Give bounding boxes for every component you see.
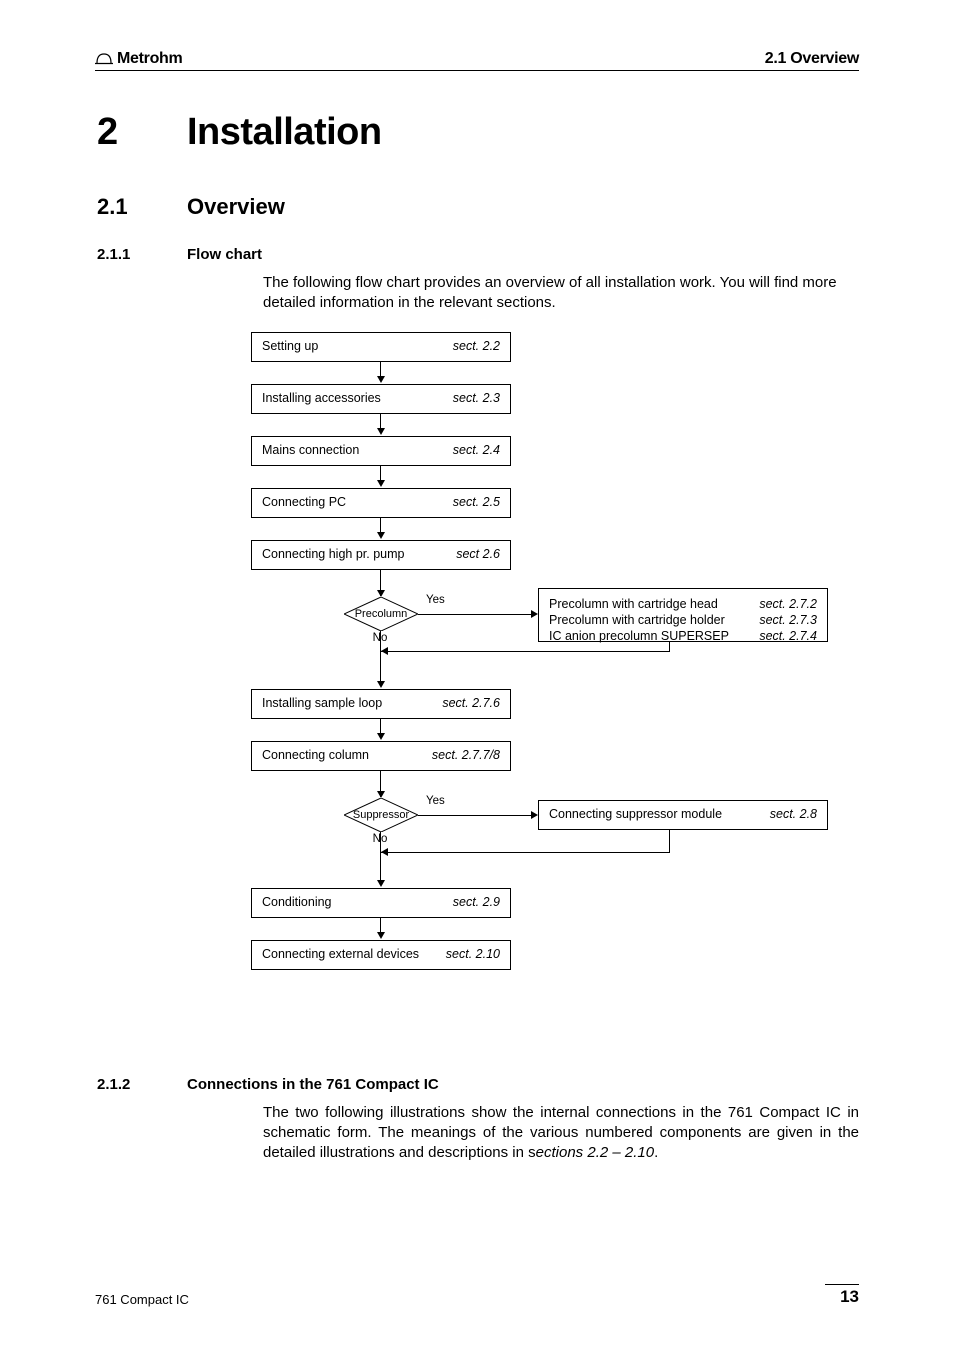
header-section-ref: 2.1 Overview xyxy=(765,50,859,68)
flow-decision-precolumn: Precolumn xyxy=(344,597,418,631)
arrow-down-icon xyxy=(377,932,385,939)
section-name: Overview xyxy=(187,194,285,219)
footer-doc-title: 761 Compact IC xyxy=(95,1292,189,1307)
flowchart: Setting up sect. 2.2 Installing accessor… xyxy=(251,332,831,1008)
metrohm-logo-icon xyxy=(95,51,113,68)
decision-yes-label: Yes xyxy=(426,594,456,606)
page-number: 13 xyxy=(825,1284,859,1307)
subsection-1-name: Flow chart xyxy=(187,246,262,263)
subsection-1-title: 2.1.1Flow chart xyxy=(97,246,859,263)
flow-box-conditioning: Conditioning sect. 2.9 xyxy=(251,888,511,918)
flow-box-connecting-pc: Connecting PC sect. 2.5 xyxy=(251,488,511,518)
arrow-down-icon xyxy=(377,681,385,688)
arrow-down-icon xyxy=(377,532,385,539)
arrow-left-icon xyxy=(381,647,388,655)
flow-box-setting-up: Setting up sect. 2.2 xyxy=(251,332,511,362)
flow-box-installing-accessories: Installing accessories sect. 2.3 xyxy=(251,384,511,414)
section-number: 2.1 xyxy=(97,194,187,220)
flow-box-precolumn-options: Precolumn with cartridge head Precolumn … xyxy=(538,588,828,642)
arrow-down-icon xyxy=(377,791,385,798)
chapter-number: 2 xyxy=(97,111,187,154)
arrow-down-icon xyxy=(377,590,385,597)
page-header: Metrohm 2.1 Overview xyxy=(95,50,859,71)
subsection-1-number: 2.1.1 xyxy=(97,246,187,263)
chapter-name: Installation xyxy=(187,111,382,153)
flowchart-intro: The following flow chart provides an ove… xyxy=(263,273,859,314)
chapter-title: 2Installation xyxy=(97,111,859,154)
arrow-right-icon xyxy=(531,610,538,618)
subsection-2-name: Connections in the 761 Compact IC xyxy=(187,1076,439,1093)
connector xyxy=(380,651,670,652)
arrow-down-icon xyxy=(377,376,385,383)
connector xyxy=(380,651,381,683)
brand-name: Metrohm xyxy=(117,50,182,68)
connector xyxy=(418,815,533,816)
decision-yes-label: Yes xyxy=(426,795,456,807)
flow-decision-suppressor: Suppressor xyxy=(344,798,418,832)
flow-box-connecting-pump: Connecting high pr. pump sect 2.6 xyxy=(251,540,511,570)
flow-box-suppressor-module: Connecting suppressor module sect. 2.8 xyxy=(538,800,828,830)
flow-box-connecting-column: Connecting column sect. 2.7.7/8 xyxy=(251,741,511,771)
flow-box-installing-sample-loop: Installing sample loop sect. 2.7.6 xyxy=(251,689,511,719)
arrow-down-icon xyxy=(377,428,385,435)
arrow-down-icon xyxy=(377,733,385,740)
connector xyxy=(669,830,670,852)
brand: Metrohm xyxy=(95,50,182,68)
arrow-left-icon xyxy=(381,848,388,856)
flow-box-external-devices: Connecting external devices sect. 2.10 xyxy=(251,940,511,970)
connector xyxy=(418,614,533,615)
flow-box-mains-connection: Mains connection sect. 2.4 xyxy=(251,436,511,466)
connections-paragraph: The two following illustrations show the… xyxy=(263,1103,859,1164)
arrow-down-icon xyxy=(377,480,385,487)
connector xyxy=(380,852,381,882)
arrow-right-icon xyxy=(531,811,538,819)
connector xyxy=(380,852,670,853)
subsection-2-number: 2.1.2 xyxy=(97,1076,187,1093)
subsection-2-title: 2.1.2Connections in the 761 Compact IC xyxy=(97,1076,859,1093)
section-title: 2.1Overview xyxy=(97,194,859,220)
arrow-down-icon xyxy=(377,880,385,887)
page-footer: 761 Compact IC 13 xyxy=(95,1284,859,1307)
